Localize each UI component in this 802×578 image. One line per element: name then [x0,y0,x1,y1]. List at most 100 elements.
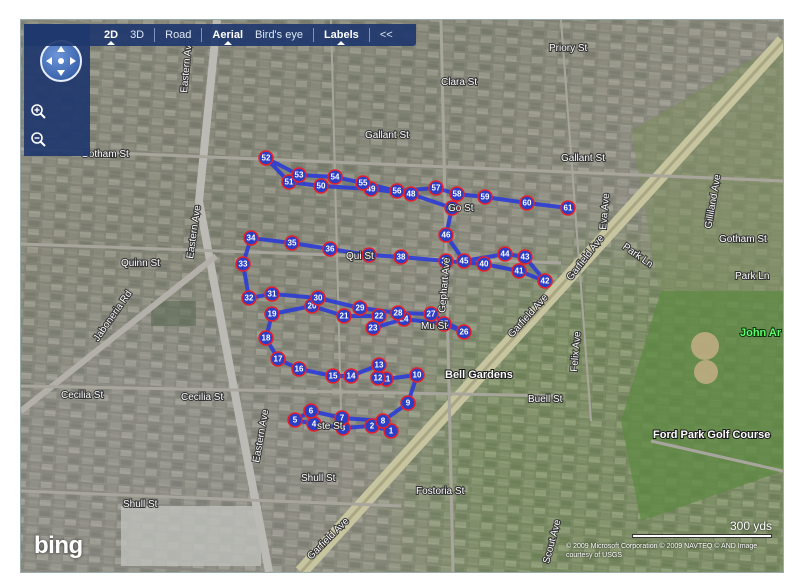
street-label: Quinn St [121,258,160,269]
route-marker-number: 53 [295,171,304,180]
route-marker-number: 8 [381,417,386,426]
route-marker[interactable]: 32 [241,290,257,306]
route-marker-number: 59 [481,193,490,202]
route-marker-number: 56 [393,187,402,196]
route-marker[interactable]: 46 [438,227,454,243]
route-marker[interactable]: 33 [235,256,251,272]
route-marker[interactable]: 52 [258,150,274,166]
route-marker[interactable]: 9 [400,395,416,411]
route-marker[interactable]: 40 [476,256,492,272]
scale-bar [632,534,772,538]
route-marker[interactable]: 50 [313,178,329,194]
route-marker[interactable]: 55 [355,175,371,191]
route-marker[interactable]: 43 [517,249,533,265]
toolbar-divider [201,28,203,42]
compass-arrows-icon [46,46,76,76]
route-marker[interactable]: 10 [409,367,425,383]
route-marker[interactable]: 58 [449,186,465,202]
route-marker[interactable]: 19 [264,306,280,322]
street-label: Gotham St [719,234,767,245]
route-marker-number: 41 [515,267,524,276]
route-marker[interactable]: 57 [428,180,444,196]
pan-compass-button[interactable] [40,40,82,82]
route-marker[interactable]: 27 [423,306,439,322]
route-marker[interactable]: 31 [264,286,280,302]
route-marker[interactable]: 6 [303,403,319,419]
route-marker[interactable]: 61 [560,200,576,216]
route-marker[interactable]: 29 [352,300,368,316]
route-marker-number: 19 [268,310,277,319]
route-marker[interactable]: 44 [497,246,513,262]
street-label: Mu St [421,321,447,332]
street-label: Priory St [549,43,588,54]
route-marker-number: 48 [407,190,416,199]
route-marker-number: 31 [268,290,277,299]
route-marker[interactable]: 56 [389,183,405,199]
route-marker[interactable]: 45 [456,253,472,269]
route-marker[interactable]: 5 [287,412,303,428]
route-marker-number: 10 [413,371,422,380]
view-3d-button[interactable]: 3D [124,24,150,46]
route-marker[interactable]: 17 [270,351,286,367]
route-marker[interactable]: 53 [291,167,307,183]
place-label-bell-gardens: Bell Gardens [445,369,513,381]
route-marker[interactable]: 42 [537,273,553,289]
route-marker[interactable]: 30 [310,290,326,306]
toolbar-divider [312,28,314,42]
route-marker-number: 13 [375,361,384,370]
route-marker-number: 9 [406,399,411,408]
street-label: Shull St [123,499,158,510]
route-marker[interactable]: 23 [365,320,381,336]
route-marker-number: 52 [262,154,271,163]
street-label: Buell St [528,394,563,405]
street-label: Park Ln [735,271,769,282]
view-2d-button[interactable]: 2D [98,24,124,46]
route-marker[interactable]: 15 [325,368,341,384]
route-marker-number: 12 [374,374,383,383]
zoom-out-icon[interactable] [30,131,46,147]
route-marker-number: 57 [432,184,441,193]
route-marker-number: 21 [340,312,349,321]
map-canvas[interactable]: 1 2 3 4 5 6 7 8 9 10 11 12 13 14 15 16 17 18 19 20 21 22 23 24 2… [20,19,784,573]
route-marker[interactable]: 59 [477,189,493,205]
route-marker[interactable]: 60 [519,195,535,211]
route-marker[interactable]: 8 [375,413,391,429]
route-marker[interactable]: 21 [336,308,352,324]
collapse-toolbar-button[interactable]: << [374,24,399,46]
street-label: Cecilia St [181,392,223,403]
route-marker-number: 15 [329,372,338,381]
route-marker[interactable]: 13 [371,357,387,373]
zoom-in-icon[interactable] [30,103,46,119]
route-marker[interactable]: 54 [327,169,343,185]
route-marker[interactable]: 16 [291,361,307,377]
route-marker-number: 16 [295,365,304,374]
route-marker-number: 55 [359,179,368,188]
route-marker[interactable]: 34 [243,230,259,246]
route-marker[interactable]: 26 [456,324,472,340]
route-marker-number: 5 [293,416,298,425]
route-marker[interactable]: 38 [393,249,409,265]
street-label: Clara St [441,77,477,88]
aerial-view-button[interactable]: Aerial [206,24,249,46]
route-marker-number: 33 [239,260,248,269]
route-marker[interactable]: 36 [322,241,338,257]
road-view-button[interactable]: Road [159,24,197,46]
route-marker-number: 28 [394,309,403,318]
street-label: Shull St [301,473,336,484]
route-marker-number: 17 [274,355,283,364]
place-label-john-ar: John Ar [740,327,782,339]
route-marker[interactable]: 12 [370,370,386,386]
bing-logo[interactable]: bing [34,532,83,560]
route-marker-number: 6 [309,407,314,416]
street-label: Fostoria St [416,486,465,497]
labels-toggle-button[interactable]: Labels [318,24,365,46]
route-marker[interactable]: 48 [403,186,419,202]
route-marker[interactable]: 35 [284,235,300,251]
route-marker[interactable]: 41 [511,263,527,279]
route-marker[interactable]: 28 [390,305,406,321]
route-marker-number: 58 [453,190,462,199]
route-marker-number: 26 [460,328,469,337]
route-marker[interactable]: 18 [258,330,274,346]
birds-eye-view-button[interactable]: Bird's eye [249,24,309,46]
route-marker[interactable]: 14 [343,368,359,384]
